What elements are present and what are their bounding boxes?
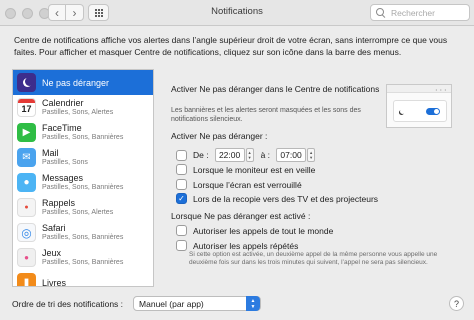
app-alert-style: Pastilles, Sons, Alertes	[42, 209, 114, 216]
sort-order-select[interactable]: Manuel (par app) ▲ ▼	[133, 296, 262, 311]
app-alert-style: Pastilles, Sons, Bannières	[42, 184, 124, 191]
list-item-jeux[interactable]: ● Jeux Pastilles, Sons, Bannières	[13, 245, 153, 270]
dnd-preview-image: • • •	[386, 84, 452, 128]
app-name: Mail	[42, 148, 59, 158]
app-alert-style: Pastilles, Sons, Bannières	[42, 259, 124, 266]
option-row[interactable]: Lorsque le moniteur est en veille	[176, 164, 315, 175]
app-name: Livres	[42, 277, 67, 287]
list-item-rappels[interactable]: ● Rappels Pastilles, Sons, Alertes	[13, 195, 153, 220]
app-alert-style: Pastilles, Sons, Bannières	[42, 134, 124, 141]
app-name: Rappels	[42, 198, 76, 208]
messages-icon: ●	[17, 173, 36, 192]
dnd-heading: Activer Ne pas déranger dans le Centre d…	[171, 84, 380, 94]
allow-checkbox[interactable]	[176, 240, 187, 251]
facetime-icon: ▶	[17, 123, 36, 142]
toggle-icon	[426, 108, 440, 115]
app-name: Jeux	[42, 248, 62, 258]
search-icon	[376, 7, 386, 18]
help-button[interactable]: ?	[449, 296, 464, 311]
list-item-facetime[interactable]: ▶ FaceTime Pastilles, Sons, Bannières	[13, 120, 153, 145]
allow-label: Autoriser les appels de tout le monde	[193, 225, 334, 236]
description-text: Centre de notifications affiche vos aler…	[14, 35, 448, 57]
to-time-stepper[interactable]: ▲ ▼	[307, 148, 316, 162]
search-field[interactable]	[370, 4, 470, 21]
schedule-row: De : 22:00 ▲ ▼ à : 07:00 ▲ ▼	[176, 148, 316, 162]
from-time-stepper[interactable]: ▲ ▼	[245, 148, 254, 162]
books-icon: ▮	[17, 273, 36, 286]
list-item-calendrier[interactable]: 17 Calendrier Pastilles, Sons, Alertes	[13, 95, 153, 120]
game-center-icon: ●	[17, 248, 36, 267]
list-item-safari[interactable]: ◎ Safari Pastilles, Sons, Bannières	[13, 220, 153, 245]
schedule-checkbox[interactable]	[176, 149, 187, 161]
option-checkbox-checked[interactable]: ✓	[176, 193, 187, 204]
list-item-ne-pas-deranger[interactable]: Ne pas déranger	[13, 70, 153, 95]
sort-value: Manuel (par app)	[139, 298, 204, 309]
moon-icon	[17, 73, 36, 92]
from-label: De :	[193, 150, 209, 160]
option-row[interactable]: ✓ Lors de la recopie vers des TV et des …	[176, 193, 378, 204]
search-input[interactable]	[391, 7, 469, 18]
app-alert-style: Pastilles, Sons, Alertes	[42, 109, 114, 116]
to-time-field[interactable]: 07:00	[276, 148, 307, 162]
option-label: Lorsque l’écran est verrouillé	[193, 179, 302, 190]
sort-row: Ordre de tri des notifications : Manuel …	[12, 296, 262, 311]
app-name: Ne pas déranger	[42, 77, 110, 88]
app-name: Calendrier	[42, 98, 84, 108]
calendar-icon: 17	[17, 98, 36, 117]
app-list[interactable]: Ne pas déranger 17 Calendrier Pastilles, …	[12, 69, 154, 287]
chevron-updown-icon: ▲ ▼	[246, 296, 261, 311]
app-alert-style: Pastilles, Sons, Bannières	[42, 234, 124, 241]
activate-label: Activer Ne pas déranger :	[171, 131, 268, 141]
allow-row[interactable]: Autoriser les appels répétés	[176, 240, 298, 251]
allow-label: Autoriser les appels répétés	[193, 240, 299, 251]
moon-icon	[400, 109, 405, 114]
sort-label: Ordre de tri des notifications :	[12, 298, 124, 309]
allow-row[interactable]: Autoriser les appels de tout le monde	[176, 225, 333, 236]
safari-icon: ◎	[17, 223, 36, 242]
app-name: FaceTime	[42, 123, 82, 133]
list-item-messages[interactable]: ● Messages Pastilles, Sons, Bannières	[13, 170, 153, 195]
checkmark-icon: ✓	[178, 193, 185, 203]
app-alert-style: Pastilles, Sons	[42, 159, 88, 166]
option-label: Lorsque le moniteur est en veille	[193, 164, 316, 175]
app-name: Safari	[42, 223, 66, 233]
option-label: Lors de la recopie vers des TV et des pr…	[193, 193, 379, 204]
list-item-livres[interactable]: ▮ Livres	[13, 270, 153, 287]
mail-icon: ✉	[17, 148, 36, 167]
from-time-field[interactable]: 22:00	[214, 148, 245, 162]
allow-checkbox[interactable]	[176, 225, 187, 236]
title-bar: ‹ › Notifications	[0, 0, 474, 26]
option-checkbox[interactable]	[176, 179, 187, 190]
when-label: Lorsque Ne pas déranger est activé :	[171, 211, 311, 221]
app-name: Messages	[42, 173, 84, 183]
option-row[interactable]: Lorsque l’écran est verrouillé	[176, 179, 302, 190]
to-label: à :	[260, 150, 271, 160]
repeat-calls-note: Si cette option est activée, un deuxième…	[189, 251, 438, 266]
reminders-icon: ●	[17, 198, 36, 217]
list-item-mail[interactable]: ✉ Mail Pastilles, Sons	[13, 145, 153, 170]
option-checkbox[interactable]	[176, 164, 187, 175]
dnd-explain: Les bannières et les alertes seront masq…	[171, 107, 361, 123]
